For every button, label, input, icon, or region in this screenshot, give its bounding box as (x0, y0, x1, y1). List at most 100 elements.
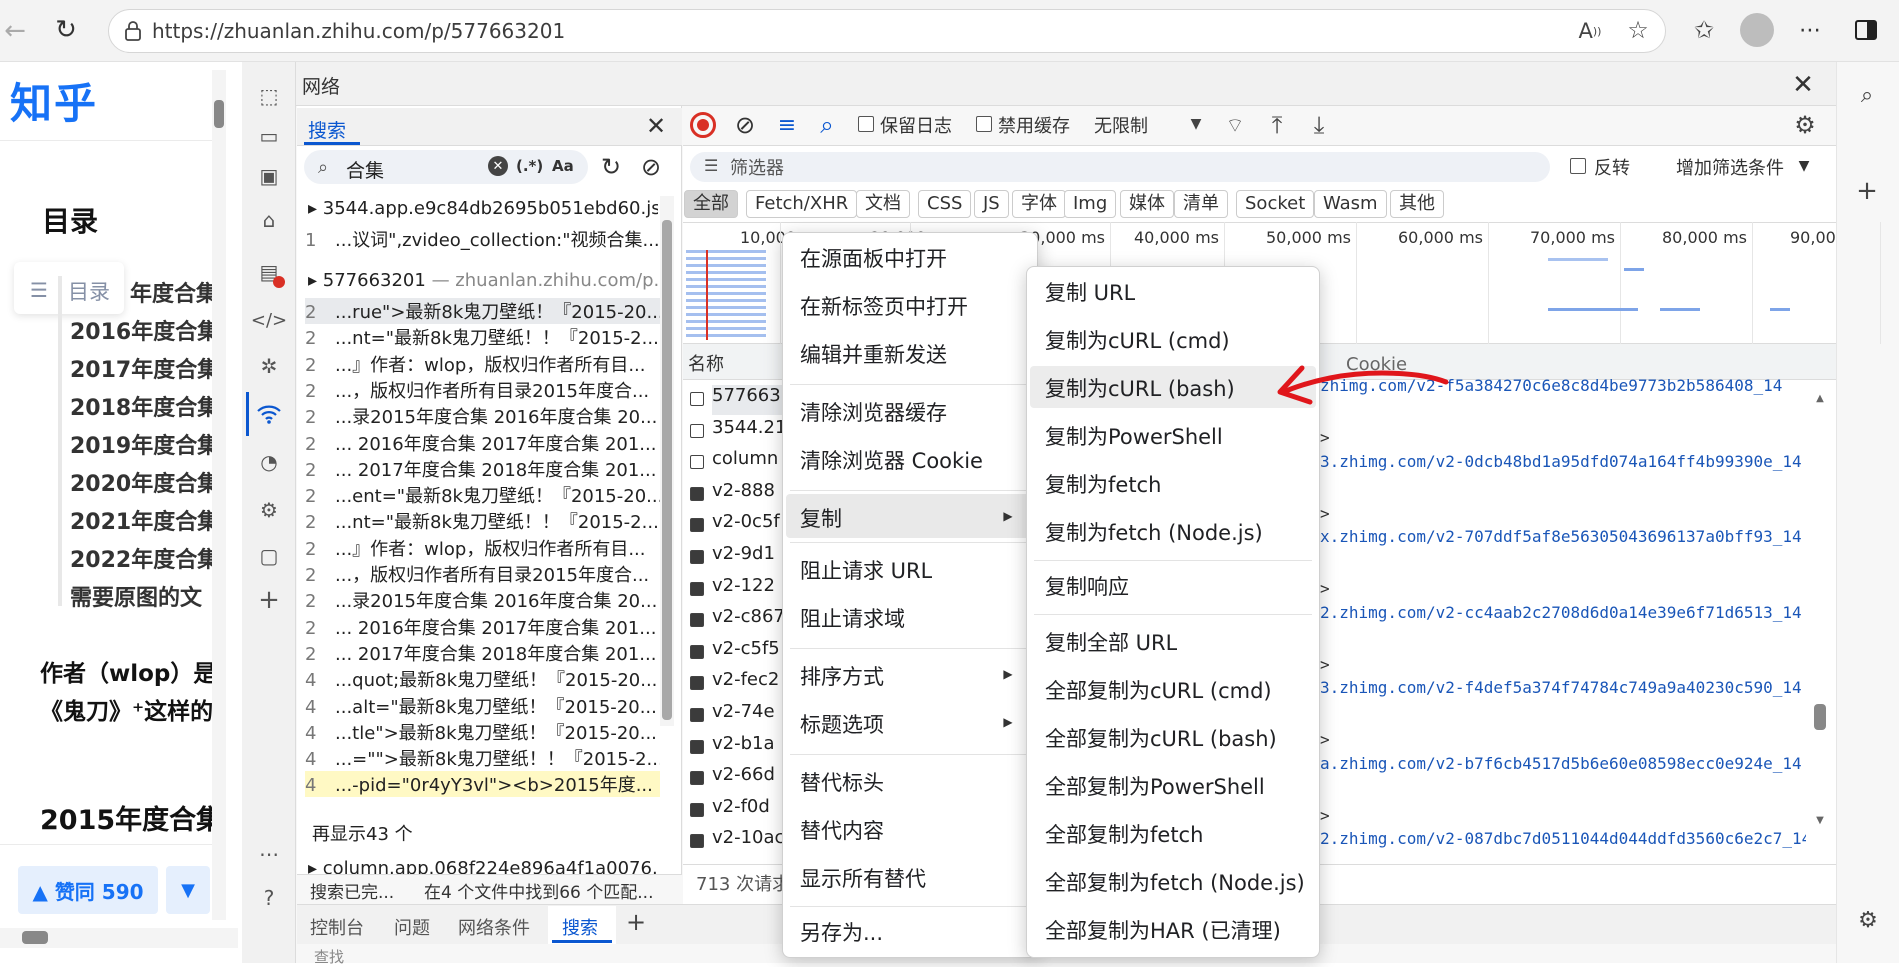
show-more-link[interactable]: 再显示43 个 (312, 820, 413, 846)
network-wifi-icon[interactable] (253, 398, 285, 430)
filter-input[interactable] (690, 152, 1550, 182)
result-line[interactable]: 2... 2016年度合集 2017年度合集 201... (305, 430, 660, 456)
filter-funnel-icon[interactable]: ≡ (772, 110, 802, 140)
menu-item-copy-all-har[interactable]: 全部复制为HAR (已清理) (1045, 915, 1281, 945)
result-line[interactable]: 2 ...录2015年度合集 2016年度合集 20... (305, 587, 660, 613)
help-icon[interactable]: ? (253, 882, 285, 914)
search-icon[interactable]: ⌕ (1852, 80, 1882, 110)
filter-chip[interactable]: 清单 (1174, 190, 1228, 218)
more-menu-icon[interactable]: ⋯ (1794, 14, 1826, 46)
more-filters-dropdown[interactable]: 增加筛选条件 (1676, 154, 1784, 180)
request-row[interactable]: v2-0c5f (712, 511, 782, 541)
request-row[interactable]: v2-f0d (712, 796, 782, 826)
refresh-search-icon[interactable]: ↻ (596, 152, 626, 182)
result-line[interactable]: 2 ...nt="最新8k鬼刀壁纸！！『2015-2... (305, 324, 660, 350)
response-url-line[interactable]: 3.zhimg.com/v2-0dcb48bd1a95dfd074a164ff4… (1320, 452, 1806, 471)
result-line[interactable]: 2... 2017年度合集 2018年度合集 201... (305, 456, 660, 482)
downvote-button[interactable]: ▼ (166, 866, 210, 914)
menu-item-block-url[interactable]: 阻止请求 URL (800, 555, 932, 585)
refresh-icon[interactable]: ↻ (48, 12, 84, 48)
page-scrollbar[interactable] (212, 70, 226, 920)
menu-item-copy-all-urls[interactable]: 复制全部 URL (1045, 627, 1177, 657)
result-line[interactable]: 2... 2017年度合集 2018年度合集 201... (305, 640, 660, 666)
toc-item[interactable]: 需要原图的文 (70, 580, 212, 612)
menu-item-open-in-sources[interactable]: 在源面板中打开 (800, 243, 947, 273)
inspect-icon[interactable]: ⬚ (253, 80, 285, 112)
menu-item-copy-powershell[interactable]: 复制为PowerShell (1045, 421, 1223, 451)
result-line[interactable]: 2 ...』作者：wlop，版权归作者所有目... (305, 535, 660, 561)
menu-item-edit-resend[interactable]: 编辑并重新发送 (800, 339, 947, 369)
filter-chip[interactable]: Wasm (1314, 190, 1387, 218)
name-column-header[interactable]: 名称 (688, 350, 724, 376)
clear-results-icon[interactable]: ⊘ (636, 152, 666, 182)
scroll-up-arrow-icon[interactable]: ▲ (1812, 390, 1828, 406)
close-devtools-icon[interactable]: ✕ (1788, 70, 1818, 100)
ref-line[interactable]: 《鬼刀》⁺这样的 (40, 692, 212, 726)
tab-issues[interactable]: 问题 (394, 914, 430, 940)
more-actions-icon[interactable]: ⋯ (253, 838, 285, 870)
upvote-button[interactable]: ▲ 赞同 590 (18, 866, 158, 914)
sources-icon[interactable]: </> (251, 304, 287, 336)
menu-item-override-headers[interactable]: 替代标头 (800, 767, 884, 797)
toc-item[interactable]: 2019年度合集 (70, 428, 212, 460)
read-aloud-icon[interactable]: A)) (1574, 16, 1606, 46)
menu-item-copy-url[interactable]: 复制 URL (1045, 277, 1135, 307)
search-query[interactable]: 合集 (346, 156, 384, 183)
search-network-icon[interactable]: ⌕ (812, 110, 842, 140)
result-line[interactable]: 2 ...ent="最新8k鬼刀壁纸！『2015-20... (305, 482, 660, 508)
page-hscrollbar-thumb[interactable] (22, 931, 48, 944)
menu-item-copy-curl-cmd[interactable]: 复制为cURL (cmd) (1045, 325, 1230, 355)
throttle-select[interactable]: 无限制 (1094, 112, 1148, 138)
add-drawer-tab-icon[interactable]: + (622, 908, 650, 936)
request-row[interactable]: v2-c5f5 (712, 638, 782, 668)
result-line[interactable]: 2 ...rue">最新8k鬼刀壁纸！『2015-20... (305, 298, 660, 324)
filter-chip[interactable]: 媒体 (1120, 190, 1174, 218)
add-icon[interactable]: + (1852, 176, 1882, 206)
scroll-down-arrow-icon[interactable]: ▼ (1812, 812, 1828, 828)
more-tools-add-icon[interactable]: + (253, 584, 285, 616)
response-url-line[interactable]: a.zhimg.com/v2-b7f6cb4517d5b6e60e08598ec… (1320, 754, 1806, 773)
regex-toggle[interactable]: (.*) (516, 157, 543, 175)
menu-item-copy-response[interactable]: 复制响应 (1045, 571, 1129, 601)
filter-chip[interactable]: 全部 (684, 190, 738, 218)
toc-item[interactable]: 年度合集 (130, 276, 212, 308)
device-emulation-icon[interactable]: ▭ (253, 120, 285, 152)
filter-chip[interactable]: Fetch/XHR (746, 190, 858, 218)
favorites-list-icon[interactable]: ✩ (1688, 14, 1720, 46)
invert-checkbox[interactable] (1570, 158, 1586, 174)
menu-item-copy-all-fetch[interactable]: 全部复制为fetch (1045, 819, 1203, 849)
menu-item-show-overrides[interactable]: 显示所有替代 (800, 863, 926, 893)
menu-item-copy-fetch[interactable]: 复制为fetch (1045, 469, 1161, 499)
menu-item-copy-all-curl-bash[interactable]: 全部复制为cURL (bash) (1045, 723, 1277, 753)
elements-panel-icon[interactable]: ▣ (253, 160, 285, 192)
toc-item[interactable]: 2016年度合集 (70, 314, 212, 346)
filter-chip[interactable]: Socket (1236, 190, 1315, 218)
result-line[interactable]: 4 ...-pid="0r4yY3vl"><b>2015年度... (305, 771, 660, 798)
response-url-line[interactable]: x.zhimg.com/v2-707ddf5af8e56305043696137… (1320, 527, 1806, 546)
menu-item-copy-all-powershell[interactable]: 全部复制为PowerShell (1045, 771, 1265, 801)
match-case-toggle[interactable]: Aa (552, 157, 574, 175)
menu-item-clear-cache[interactable]: 清除浏览器缓存 (800, 397, 947, 427)
result-line[interactable]: 2 ...』作者：wlop，版权归作者所有目... (305, 351, 660, 377)
menu-item-copy[interactable]: 复制 (800, 503, 842, 533)
menu-item-sort-by[interactable]: 排序方式 (800, 661, 884, 691)
back-arrow-icon[interactable]: ← (0, 14, 30, 48)
settings-gear-icon[interactable]: ⚙ (1854, 906, 1882, 934)
performance-icon[interactable]: ◔ (253, 446, 285, 478)
response-url-line[interactable]: 2.zhimg.com/v2-cc4aab2c2708d6d0a14e39e6f… (1320, 603, 1806, 622)
lock-icon[interactable] (122, 20, 144, 42)
export-har-icon[interactable]: ⤓ (1304, 110, 1334, 140)
request-row[interactable]: v2-888 (712, 480, 782, 510)
disable-cache-checkbox[interactable] (976, 116, 992, 132)
menu-item-override-content[interactable]: 替代内容 (800, 815, 884, 845)
tab-network-conditions[interactable]: 网络条件 (458, 914, 530, 940)
request-row[interactable]: 3544.21 (712, 417, 782, 447)
menu-item-copy-all-curl-cmd[interactable]: 全部复制为cURL (cmd) (1045, 675, 1272, 705)
menu-item-save-as[interactable]: 另存为... (800, 917, 883, 947)
zhihu-logo[interactable]: 知乎 (10, 70, 98, 131)
result-line[interactable]: 4 ...tle">最新8k鬼刀壁纸！『2015-20... (305, 719, 660, 745)
menu-item-copy-curl-bash[interactable]: 复制为cURL (bash) (1045, 373, 1235, 403)
result-file-header[interactable]: ▸ 577663201 — zhuanlan.zhihu.com/p... (308, 270, 658, 291)
chevron-down-icon[interactable]: ▼ (1794, 156, 1814, 176)
request-row[interactable]: v2-10ac (712, 827, 782, 857)
